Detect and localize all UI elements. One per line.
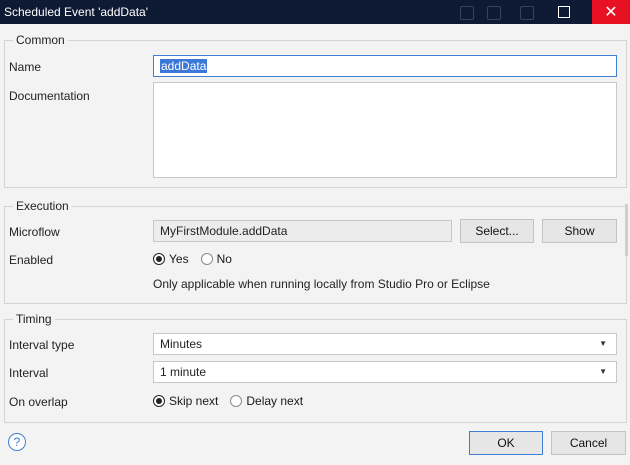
enabled-no-label: No [216, 252, 232, 266]
delay-next-radio[interactable] [230, 395, 243, 407]
enabled-label: Enabled [9, 253, 54, 267]
interval-type-label: Interval type [9, 338, 75, 352]
timing-group-title: Timing [13, 312, 55, 326]
maximize-icon [558, 6, 570, 18]
skip-next-label: Skip next [169, 394, 219, 408]
name-input[interactable]: addData [153, 55, 617, 77]
delay-next-label: Delay next [246, 394, 304, 408]
documentation-label: Documentation [9, 89, 90, 103]
ghost-icon [487, 6, 501, 20]
cancel-button-label: Cancel [569, 436, 608, 450]
interval-type-value: Minutes [160, 337, 203, 351]
enabled-yes-label: Yes [169, 252, 189, 266]
ok-button[interactable]: OK [469, 431, 543, 455]
name-input-value: addData [160, 59, 208, 73]
chevron-down-icon: ▼ [599, 367, 607, 376]
microflow-label: Microflow [9, 225, 60, 239]
overlap-radio-group: Skip next Delay next [153, 394, 311, 408]
ghost-icon [520, 6, 534, 20]
common-group-title: Common [13, 33, 68, 47]
name-label: Name [9, 60, 42, 74]
maximize-button[interactable] [548, 0, 580, 24]
question-circle-icon[interactable]: ? [8, 433, 26, 451]
close-icon: ✕ [604, 4, 618, 21]
ghost-icon [460, 6, 474, 20]
ok-button-label: OK [497, 436, 515, 450]
documentation-textarea[interactable] [153, 82, 617, 178]
show-button-label: Show [564, 224, 595, 238]
scrollbar[interactable] [625, 204, 628, 256]
interval-select[interactable]: 1 minute ▼ [153, 361, 617, 383]
chevron-down-icon: ▼ [599, 339, 607, 348]
enabled-radio-group: Yes No [153, 252, 240, 266]
show-button[interactable]: Show [542, 219, 617, 243]
microflow-value: MyFirstModule.addData [160, 224, 288, 238]
interval-type-select[interactable]: Minutes ▼ [153, 333, 617, 355]
window-title: Scheduled Event 'addData' [4, 5, 149, 19]
skip-next-radio[interactable] [153, 395, 165, 407]
interval-label: Interval [9, 366, 49, 380]
close-button[interactable]: ✕ [592, 0, 630, 24]
title-bar: Scheduled Event 'addData' ✕ [0, 0, 630, 24]
help-glyph: ? [13, 435, 21, 449]
enabled-no-radio[interactable] [200, 253, 213, 265]
select-button[interactable]: Select... [460, 219, 534, 243]
on-overlap-label: On overlap [9, 395, 68, 409]
enabled-yes-radio[interactable] [153, 253, 165, 265]
cancel-button[interactable]: Cancel [551, 431, 626, 455]
microflow-field: MyFirstModule.addData [153, 220, 452, 242]
select-button-label: Select... [475, 224, 519, 238]
interval-value: 1 minute [160, 365, 207, 379]
execution-group-title: Execution [13, 199, 72, 213]
enabled-note: Only applicable when running locally fro… [153, 277, 490, 291]
